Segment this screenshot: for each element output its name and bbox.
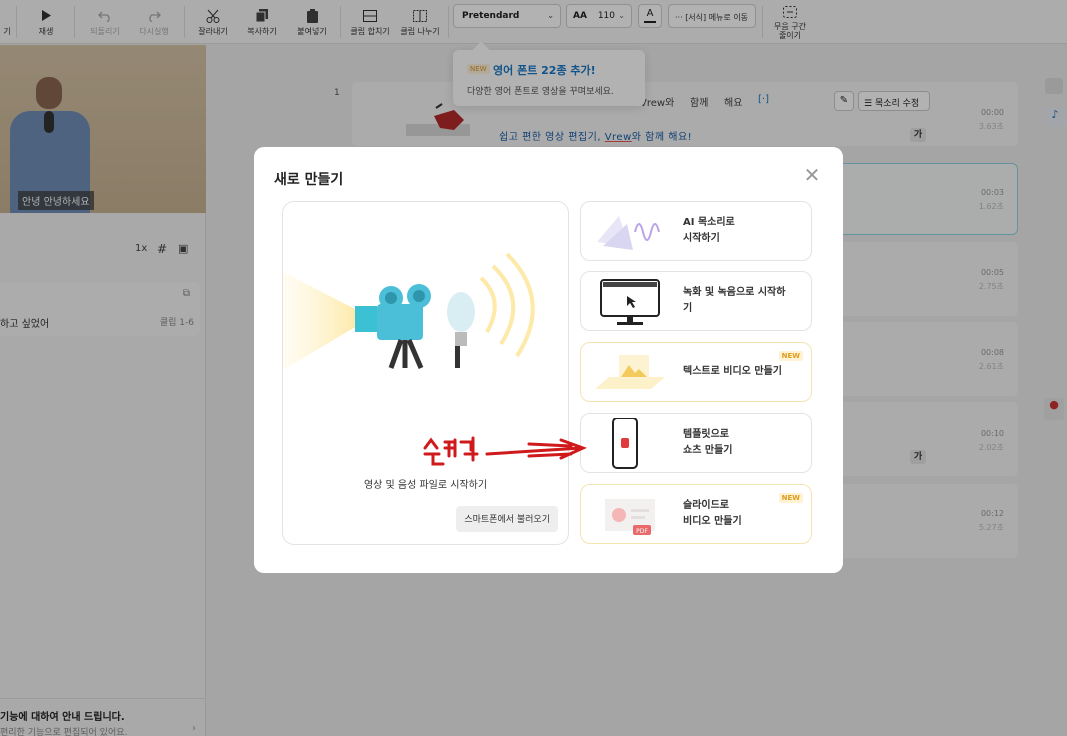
monitor-icon	[600, 279, 660, 325]
pdf-slide-icon: PDF	[605, 499, 655, 535]
ai-voice-label: AI 목소리로 시작하기	[683, 217, 735, 244]
start-from-file-label: 영상 및 음성 파일로 시작하기	[363, 480, 488, 491]
close-icon: ✕	[803, 163, 821, 187]
text-to-video-label: 텍스트로 비디오 만들기	[683, 366, 782, 377]
template-shorts-label: 템플릿으로 쇼츠 만들기	[683, 429, 733, 456]
ai-voice-option[interactable]: AI 목소리로 시작하기	[580, 201, 812, 261]
phone-shorts-icon	[612, 418, 638, 469]
record-option[interactable]: 녹화 및 녹음으로 시작하 기	[580, 271, 812, 331]
image-stack-icon	[595, 355, 665, 389]
waveform-icon	[597, 216, 660, 250]
pdf-label: PDF	[636, 528, 648, 535]
record-label: 녹화 및 녹음으로 시작하 기	[683, 287, 786, 314]
camera-mic-illustration	[283, 252, 535, 370]
start-from-file-card[interactable]: 영상 및 음성 파일로 시작하기 스마트폰에서 불러오기	[282, 201, 569, 545]
slide-to-video-label: 슬라이드로 비디오 만들기	[683, 500, 742, 527]
new-project-modal: 새로 만들기 ✕ 영상 및 음성 파일로 시작하기 스마트폰에서 불러오기 AI…	[254, 147, 843, 573]
close-button[interactable]: ✕	[801, 165, 823, 187]
modal-title: 새로 만들기	[274, 172, 344, 188]
load-from-phone-button[interactable]: 스마트폰에서 불러오기	[456, 506, 558, 532]
new-badge: NEW	[778, 493, 803, 503]
slide-to-video-option[interactable]: PDF 슬라이드로 비디오 만들기 NEW	[580, 484, 812, 544]
handwritten-select-annotation	[423, 436, 587, 466]
template-shorts-option[interactable]: 템플릿으로 쇼츠 만들기	[580, 413, 812, 473]
text-to-video-option[interactable]: 텍스트로 비디오 만들기 NEW	[580, 342, 812, 402]
new-badge: NEW	[778, 351, 803, 361]
